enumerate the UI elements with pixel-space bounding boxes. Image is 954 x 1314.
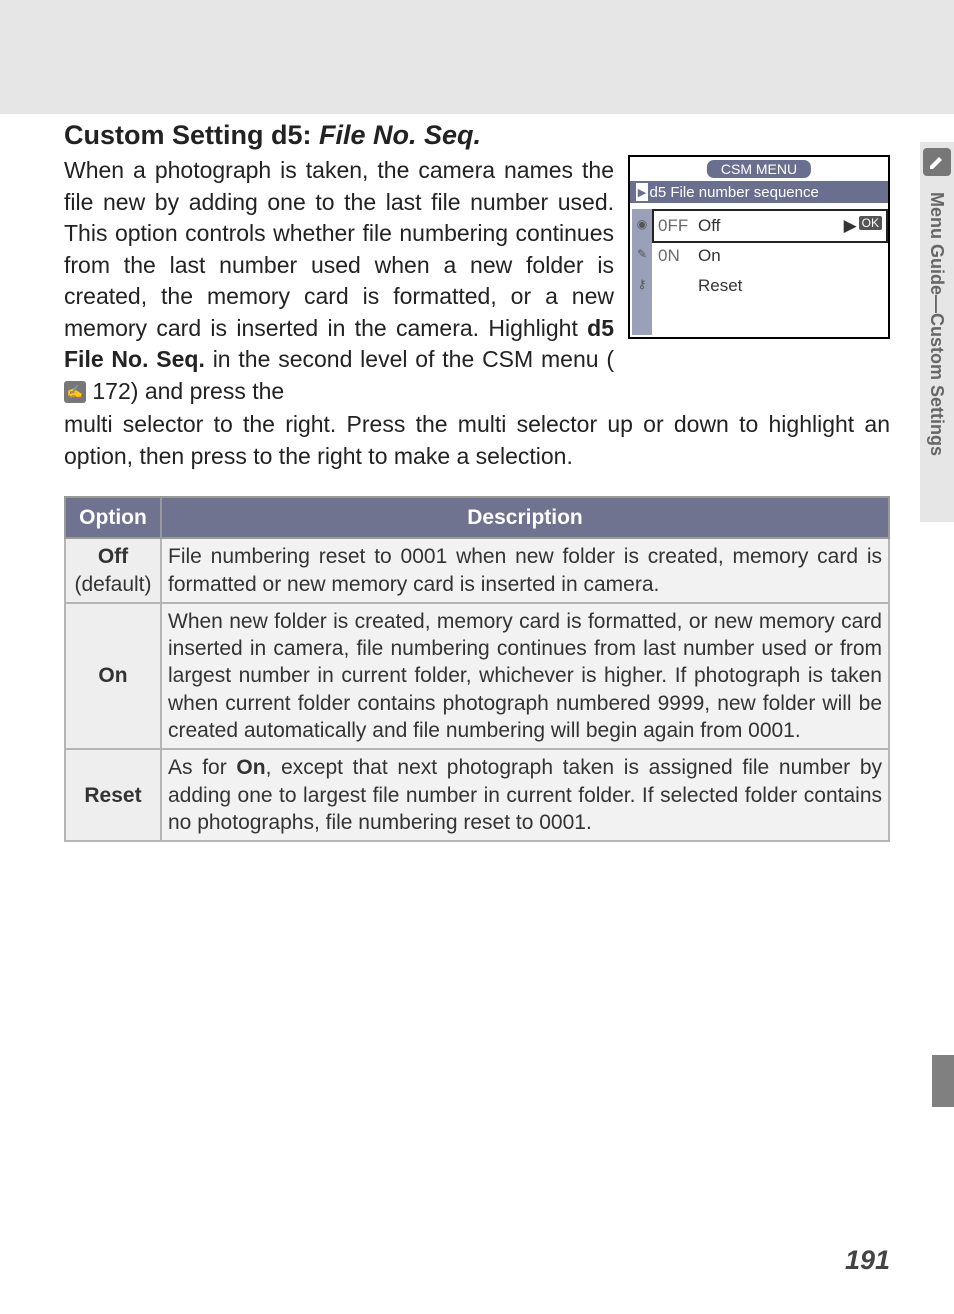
- lcd-menu-title: CSM MENU: [706, 159, 812, 179]
- body-continuation: multi selector to the right. Press the m…: [64, 409, 890, 472]
- desc-bold: On: [236, 756, 265, 779]
- lcd-rows: 0FFOff OK▶ 0NOn Reset: [654, 211, 886, 301]
- desc-post: , except that next photograph taken is a…: [168, 756, 882, 834]
- table-row: Off (default) File numbering reset to 00…: [65, 538, 889, 603]
- opt-main: On: [98, 664, 127, 687]
- lcd-sidebar: ◉ ✎ ⚷: [632, 209, 652, 335]
- side-tab-label: Menu Guide—Custom Settings: [926, 182, 947, 456]
- lcd-row-off: 0FFOff OK▶: [654, 211, 886, 241]
- lcd-play-icon: ▸: [636, 183, 648, 201]
- opt-off: Off (default): [65, 538, 161, 603]
- desc-off: File numbering reset to 0001 when new fo…: [161, 538, 889, 603]
- opt-main: Off: [98, 545, 128, 568]
- options-table: Option Description Off (default) File nu…: [64, 496, 890, 842]
- lcd-row-label: Reset: [698, 276, 742, 295]
- lcd-right-triangle-icon: ▶: [844, 216, 857, 236]
- para-part1: When a photograph is taken, the camera n…: [64, 157, 614, 341]
- lcd-row-code: 0FF: [658, 216, 698, 236]
- side-dark-tab: [932, 1055, 954, 1107]
- desc-reset: As for On, except that next photograph t…: [161, 749, 889, 841]
- lcd-row-on: 0NOn: [654, 241, 886, 271]
- pencil-tab-icon: [923, 148, 951, 176]
- desc-pre: As for: [168, 756, 236, 779]
- table-row: On When new folder is created, memory ca…: [65, 603, 889, 749]
- lcd-row-code: 0N: [658, 246, 698, 266]
- opt-sub: (default): [74, 573, 151, 596]
- desc-on: When new folder is created, memory card …: [161, 603, 889, 749]
- para-part2: in the second level of the CSM menu (: [205, 346, 614, 372]
- lcd-ok-badge: OK: [859, 216, 882, 230]
- reference-page-icon: ✍: [64, 381, 86, 403]
- opt-main: Reset: [84, 784, 141, 807]
- body-paragraph: When a photograph is taken, the camera n…: [64, 155, 614, 407]
- section-heading: Custom Setting d5: File No. Seq.: [64, 120, 890, 151]
- heading-italic: File No. Seq.: [319, 120, 481, 150]
- lcd-subtitle: ▸d5 File number sequence: [630, 181, 888, 203]
- camera-icon: ◉: [632, 209, 652, 239]
- table-row: Reset As for On, except that next photog…: [65, 749, 889, 841]
- opt-on: On: [65, 603, 161, 749]
- opt-reset: Reset: [65, 749, 161, 841]
- heading-prefix: Custom Setting d5:: [64, 120, 319, 150]
- lcd-row-label: On: [698, 246, 721, 265]
- page-number: 191: [845, 1245, 890, 1276]
- th-description: Description: [161, 497, 889, 538]
- lcd-sub-text: File number sequence: [670, 184, 818, 201]
- pencil-icon: ✎: [632, 239, 652, 269]
- key-icon: ⚷: [632, 269, 652, 299]
- th-option: Option: [65, 497, 161, 538]
- lcd-sub-code: d5: [650, 184, 667, 201]
- para-part3: ) and press the: [131, 378, 284, 404]
- camera-lcd-screenshot: CSM MENU ▸d5 File number sequence ◉ ✎ ⚷ …: [628, 155, 890, 339]
- top-gray-bar: [0, 0, 954, 114]
- para-ref: 172: [92, 378, 130, 404]
- lcd-row-reset: Reset: [654, 271, 886, 301]
- side-tab: Menu Guide—Custom Settings: [920, 142, 954, 522]
- lcd-row-label: Off: [698, 216, 720, 235]
